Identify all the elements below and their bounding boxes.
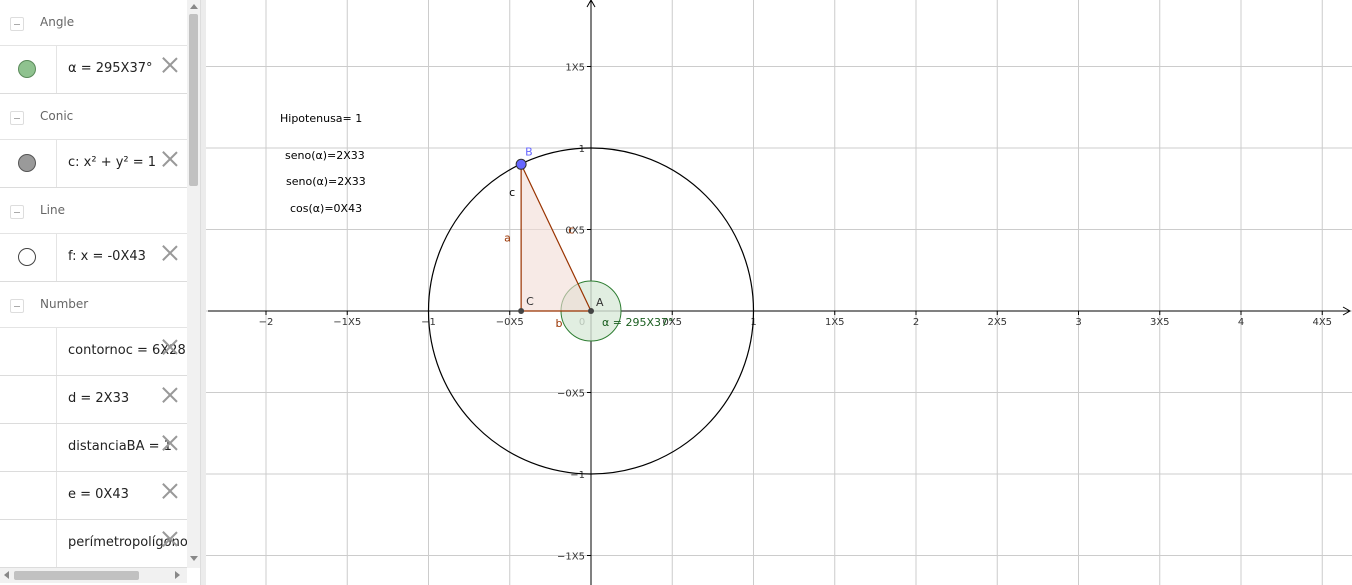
delete-icon[interactable] [160,433,180,453]
algebra-item[interactable]: distanciaBA = 1 [0,424,187,472]
algebra-item[interactable]: f: x = -0X43 [0,234,187,282]
collapse-icon[interactable] [10,205,24,219]
marble-cell[interactable] [0,424,57,471]
x-tick-label: 3X5 [1150,317,1170,328]
visibility-marble-icon[interactable] [18,154,36,172]
algebra-expression[interactable]: f: x = -0X43 [68,249,146,264]
group-label: Number [40,297,89,311]
graphics-view[interactable]: −2 −1X5 −1 −0X5 0X5 1 1X5 2 2X5 3 3X5 4 4X51X510X5−0… [206,0,1352,585]
algebra-expression[interactable]: α = 295X37° [68,61,153,76]
visibility-marble-icon[interactable] [18,60,36,78]
delete-icon[interactable] [160,55,180,75]
group-header-number[interactable]: Number [0,282,187,328]
grid [206,0,1352,585]
group-header-conic[interactable]: Conic [0,94,187,140]
algebra-item[interactable]: c: x² + y² = 1 [0,140,187,188]
scroll-right-icon[interactable] [175,571,180,579]
x-tick-label: 4X5 [1312,317,1332,328]
delete-icon[interactable] [160,481,180,501]
algebra-expression[interactable]: e = 0X43 [68,487,129,502]
point-c-label: C [526,295,534,308]
delete-icon[interactable] [160,149,180,169]
x-tick-label: −0X5 [496,317,524,328]
algebra-item[interactable]: α = 295X37° [0,46,187,94]
delete-icon[interactable] [160,529,180,549]
coseno-text[interactable]: cos(α)=0X43 [290,202,362,215]
group-label: Line [40,203,66,217]
collapse-icon[interactable] [10,299,24,313]
group-header-angle[interactable]: Angle [0,0,187,46]
point-a[interactable] [588,308,594,314]
y-tick-label: 1X5 [565,63,585,74]
scroll-down-icon[interactable] [190,556,198,561]
marble-cell[interactable] [0,140,57,187]
algebra-item[interactable]: e = 0X43 [0,472,187,520]
algebra-view: Angle α = 295X37° Conic c: x² + y² = 1 Line f… [0,0,187,568]
delete-icon[interactable] [160,243,180,263]
seno-text-1[interactable]: seno(α)=2X33 [285,149,365,162]
marble-cell[interactable] [0,234,57,281]
x-tick-label: −1X5 [333,317,361,328]
collapse-icon[interactable] [10,17,24,31]
algebra-expression[interactable]: d = 2X33 [68,391,129,406]
angle-alpha-label: α = 295X37° [602,316,674,329]
x-tick-label: 4 [1238,317,1244,328]
y-tick-label: −1X5 [557,552,585,563]
delete-icon[interactable] [160,385,180,405]
group-label: Angle [40,15,75,29]
marble-cell[interactable] [0,328,57,375]
marble-cell[interactable] [0,520,57,567]
x-tick-label: −2 [259,317,274,328]
point-b[interactable] [515,158,527,170]
point-b-label: B [525,145,533,158]
segment-c-label: c [509,186,515,199]
algebra-item[interactable]: d = 2X33 [0,376,187,424]
group-header-line[interactable]: Line [0,188,187,234]
scrollbar-thumb[interactable] [189,14,198,186]
algebra-horizontal-scrollbar[interactable] [0,568,187,583]
segment-a-label: a [504,232,511,245]
marble-cell[interactable] [0,472,57,519]
point-a-label: A [596,296,604,309]
x-tick-label: 3 [1075,317,1081,328]
tick-labels: −2 −1X5 −1 −0X5 0X5 1 1X5 2 2X5 3 3X5 4 4X51X510X5−0… [259,63,1332,563]
x-tick-label: 2 [913,317,919,328]
scroll-left-icon[interactable] [4,571,9,579]
delete-icon[interactable] [160,337,180,357]
algebra-item[interactable]: contornoc = 6X28 [0,328,187,376]
point-c[interactable] [518,308,525,314]
y-tick-label: −1 [570,470,585,481]
y-tick-label: 1 [579,144,585,155]
collapse-icon[interactable] [10,111,24,125]
segment-b-label: b [556,317,563,330]
group-label: Conic [40,109,74,123]
scrollbar-thumb[interactable] [14,571,139,580]
y-tick-label: −0X5 [557,389,585,400]
scroll-up-icon[interactable] [190,4,198,9]
marble-cell[interactable] [0,46,57,93]
hipotenusa-text[interactable]: Hipotenusa= 1 [280,112,362,125]
algebra-item[interactable]: perímetropolígono1 [0,520,187,568]
seno-text-2[interactable]: seno(α)=2X33 [286,175,366,188]
hypotenuse-label: c [568,224,574,237]
x-tick-label: 2X5 [987,317,1007,328]
algebra-expression[interactable]: distanciaBA = 1 [68,439,172,454]
algebra-vertical-scrollbar[interactable] [187,0,200,568]
visibility-marble-icon[interactable] [18,248,36,266]
algebra-expression[interactable]: c: x² + y² = 1 [68,155,156,170]
marble-cell[interactable] [0,376,57,423]
x-tick-label: 1X5 [825,317,845,328]
axes [208,0,1352,585]
